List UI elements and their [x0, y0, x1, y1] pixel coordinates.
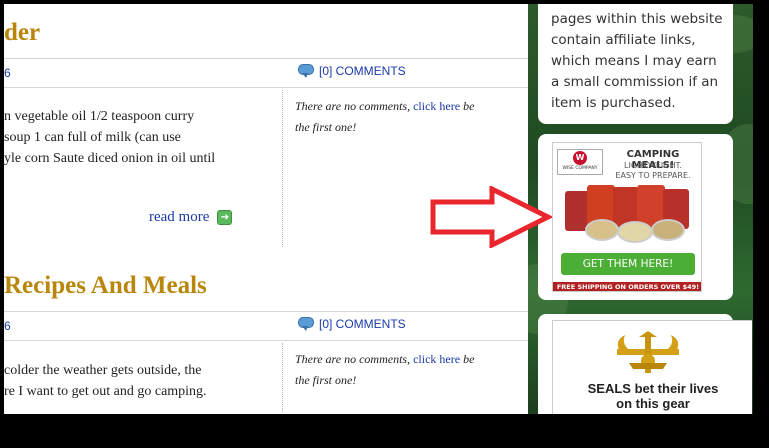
click-here-link[interactable]: click here: [413, 352, 460, 366]
ad-widget: W WISE COMPANY CAMPING MEALS! LIGHTWEIGH…: [538, 134, 733, 300]
post-date-fragment[interactable]: 6: [4, 319, 11, 333]
post-excerpt: n vegetable oil 1/2 teaspoon curry soup …: [4, 106, 274, 169]
arrow-right-icon[interactable]: ➔: [217, 210, 233, 225]
post-title[interactable]: Recipes And Meals: [4, 272, 207, 300]
comment-bubble-icon: [298, 317, 314, 331]
ad-subline: LIGHTWEIGHT. EASY TO PREPARE.: [615, 161, 691, 180]
seals-gear-ad[interactable]: SEALS bet their lives on this gear: [552, 320, 752, 414]
comments-link[interactable]: [0] COMMENTS: [298, 64, 406, 78]
column-divider: [282, 343, 283, 413]
excerpt-line: re I want to get out and go camping.: [4, 384, 207, 399]
read-more-link[interactable]: read more ➔: [149, 209, 233, 226]
excerpt-line: n vegetable oil 1/2 teaspoon curry: [4, 109, 195, 124]
excerpt-line: yle corn Saute diced onion in oil until: [4, 151, 216, 166]
post-meta-bar: 6 [0] COMMENTS: [4, 311, 528, 341]
excerpt-line: soup 1 can full of milk (can use: [4, 130, 181, 145]
red-arrow-annotation: [430, 186, 552, 248]
seal-trident-icon: [617, 331, 679, 373]
read-more-label[interactable]: read more: [149, 209, 209, 226]
comments-count-label[interactable]: [0] COMMENTS: [319, 317, 406, 331]
sidebar: pages within this website contain affili…: [528, 4, 753, 414]
comment-box: There are no comments, click here be the…: [295, 96, 510, 138]
disclosure-widget: pages within this website contain affili…: [538, 4, 733, 124]
comment-suffix: be: [463, 352, 475, 366]
post-date-fragment[interactable]: 6: [4, 66, 11, 80]
free-shipping-banner: FREE SHIPPING ON ORDERS OVER $49!: [553, 282, 701, 291]
post-title[interactable]: der: [4, 19, 40, 47]
camping-meals-ad[interactable]: W WISE COMPANY CAMPING MEALS! LIGHTWEIGH…: [552, 142, 702, 292]
comments-link[interactable]: [0] COMMENTS: [298, 317, 406, 331]
no-comments-text: There are no comments,: [295, 99, 411, 113]
comment-suffix: be: [463, 99, 475, 113]
post-excerpt: colder the weather gets outside, the re …: [4, 360, 274, 402]
food-pouches-image: [565, 183, 691, 245]
wise-company-logo: W WISE COMPANY: [557, 149, 603, 175]
post-meta-bar: 6 [0] COMMENTS: [4, 58, 528, 88]
comment-box: There are no comments, click here be the…: [295, 349, 510, 391]
first-one-text: the first one!: [295, 120, 357, 134]
first-one-text: the first one!: [295, 373, 357, 387]
comments-count-label[interactable]: [0] COMMENTS: [319, 64, 406, 78]
ad-widget: SEALS bet their lives on this gear: [538, 314, 752, 414]
seal-ad-text: SEALS bet their lives on this gear: [587, 381, 719, 411]
no-comments-text: There are no comments,: [295, 352, 411, 366]
comment-bubble-icon: [298, 64, 314, 78]
screenshot-frame: der 6 [0] COMMENTS n vegetable oil 1/2 t…: [0, 0, 769, 448]
get-them-here-button[interactable]: GET THEM HERE!: [561, 253, 695, 275]
click-here-link[interactable]: click here: [413, 99, 460, 113]
affiliate-disclosure-text: pages within this website contain affili…: [551, 11, 723, 111]
excerpt-line: colder the weather gets outside, the: [4, 363, 202, 378]
column-divider: [282, 90, 283, 247]
